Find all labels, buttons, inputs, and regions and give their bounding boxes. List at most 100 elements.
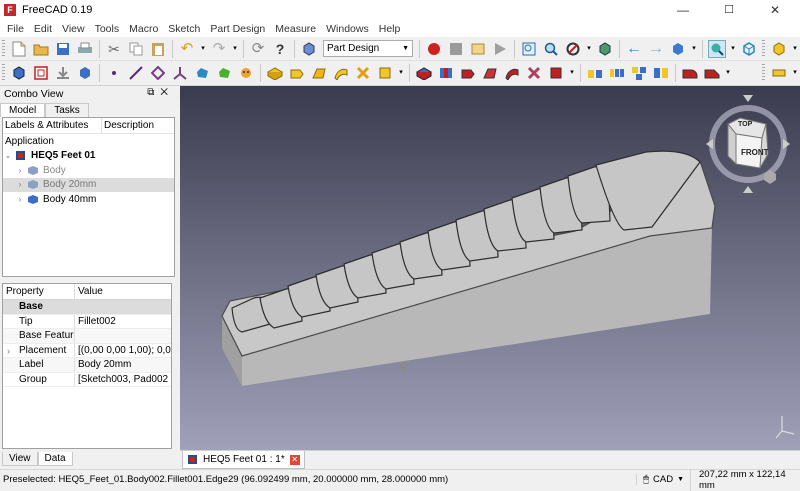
print-icon[interactable] — [76, 40, 94, 58]
create-body-dropdown-icon[interactable]: ▾ — [792, 40, 798, 58]
copy-icon[interactable] — [127, 40, 145, 58]
toolbar-grip[interactable] — [2, 64, 5, 82]
navcube-arrow-up-icon[interactable] — [743, 95, 753, 102]
linear-pattern-icon[interactable] — [608, 64, 626, 82]
expand-icon[interactable]: › — [15, 166, 25, 175]
datum-plane-icon[interactable] — [149, 64, 167, 82]
toolbar-grip[interactable] — [762, 39, 765, 58]
additive-pipe-icon[interactable] — [332, 64, 350, 82]
workbench-selector[interactable]: Part Design ▼ — [323, 40, 413, 57]
close-tab-icon[interactable]: ✕ — [289, 454, 300, 465]
fit-all-icon[interactable] — [520, 40, 538, 58]
zoom-dropdown-icon[interactable]: ▾ — [730, 40, 736, 58]
sync-view-dropdown-icon[interactable]: ▾ — [691, 40, 697, 58]
fillet-icon[interactable] — [681, 64, 699, 82]
expand-open-icon[interactable]: ⌄ — [3, 151, 13, 160]
tab-model[interactable]: Model — [0, 103, 46, 117]
run-macro-icon[interactable] — [491, 40, 509, 58]
property-group-base[interactable]: Base — [3, 300, 171, 315]
menu-file[interactable]: File — [2, 23, 29, 35]
float-icon[interactable]: ⧉ — [147, 87, 160, 98]
body-icon[interactable] — [10, 64, 28, 82]
expand-icon[interactable]: › — [7, 344, 10, 358]
back-icon[interactable]: ← — [625, 40, 643, 58]
chamfer-icon[interactable] — [703, 64, 721, 82]
menu-measure[interactable]: Measure — [270, 23, 321, 35]
pad-icon[interactable] — [266, 64, 284, 82]
property-row-tip[interactable]: Tip Fillet002 — [3, 314, 171, 329]
close-panel-icon[interactable]: ✕ — [160, 87, 174, 98]
property-value[interactable]: Body 20mm — [75, 358, 171, 372]
create-sketch-icon[interactable] — [32, 64, 50, 82]
close-button[interactable]: ✕ — [752, 0, 798, 20]
expand-icon[interactable]: › — [15, 180, 25, 189]
local-cs-icon[interactable] — [171, 64, 189, 82]
subshape-binder-icon[interactable] — [215, 64, 233, 82]
menu-edit[interactable]: Edit — [29, 23, 57, 35]
property-value[interactable]: Fillet002 — [75, 315, 171, 329]
tab-tasks[interactable]: Tasks — [45, 103, 89, 117]
sync-view-icon[interactable] — [669, 40, 687, 58]
additive-primitive-icon[interactable] — [376, 64, 394, 82]
pocket-icon[interactable] — [415, 64, 433, 82]
tab-data[interactable]: Data — [37, 452, 73, 466]
tree-item-document[interactable]: ⌄ HEQ5 Feet 01 — [3, 149, 174, 164]
groove-icon[interactable] — [459, 64, 477, 82]
additive-helix-icon[interactable] — [354, 64, 372, 82]
refresh-icon[interactable]: ⟳ — [249, 40, 267, 58]
document-tab[interactable]: HEQ5 Feet 01 : 1* ✕ — [182, 451, 305, 469]
menu-macro[interactable]: Macro — [124, 23, 163, 35]
measure-dropdown-icon[interactable]: ▾ — [792, 64, 798, 82]
redo-dropdown-icon[interactable]: ▾ — [232, 40, 238, 58]
paste-icon[interactable] — [149, 40, 167, 58]
map-sketch-icon[interactable] — [54, 64, 72, 82]
revolution-icon[interactable] — [288, 64, 306, 82]
property-row-group[interactable]: Group[Sketch003, Pad002 (... — [3, 372, 171, 387]
tree-col-labels[interactable]: Labels & Attributes — [3, 118, 102, 133]
whats-this-icon[interactable]: ? — [271, 40, 289, 58]
navcube-arrow-down-icon[interactable] — [743, 186, 753, 193]
save-icon[interactable] — [54, 40, 72, 58]
draw-style-dropdown-icon[interactable]: ▾ — [586, 40, 592, 58]
menu-view[interactable]: View — [57, 23, 90, 35]
subtractive-helix-icon[interactable] — [525, 64, 543, 82]
sub-object-binder-icon[interactable] — [237, 64, 255, 82]
chamfer-dropdown-icon[interactable]: ▾ — [725, 64, 731, 82]
property-value[interactable]: [(0,00 0,00 1,00); 0,00 ... — [75, 344, 171, 358]
property-value[interactable] — [75, 329, 171, 343]
stop-macro-icon[interactable] — [447, 40, 465, 58]
toolbar-grip[interactable] — [2, 39, 5, 58]
tree-item-body-40mm[interactable]: › Body 40mm — [3, 192, 174, 207]
datum-line-icon[interactable] — [127, 64, 145, 82]
polar-pattern-icon[interactable] — [630, 64, 648, 82]
3d-viewport[interactable]: TOP FRONT — [180, 86, 800, 450]
tree-col-description[interactable]: Description — [102, 118, 154, 133]
datum-point-icon[interactable] — [105, 64, 123, 82]
multi-transform-icon[interactable] — [652, 64, 670, 82]
tree-item-body-20mm[interactable]: › Body 20mm — [3, 177, 174, 192]
property-row-label[interactable]: Label Body 20mm — [3, 358, 171, 373]
measure-icon[interactable] — [770, 64, 788, 82]
property-row-base-feature[interactable]: Base Feature — [3, 329, 171, 344]
hole-icon[interactable] — [437, 64, 455, 82]
property-row-placement[interactable]: › Placement [(0,00 0,00 1,00); 0,00 ... — [3, 343, 171, 358]
subtractive-primitive-dropdown-icon[interactable]: ▾ — [569, 64, 575, 82]
subtractive-loft-icon[interactable] — [481, 64, 499, 82]
forward-icon[interactable]: → — [647, 40, 665, 58]
tab-view[interactable]: View — [2, 452, 38, 466]
cut-icon[interactable]: ✂ — [105, 40, 123, 58]
bounding-box-icon[interactable] — [596, 40, 614, 58]
additive-loft-icon[interactable] — [310, 64, 328, 82]
new-file-icon[interactable] — [10, 40, 28, 58]
navigation-style-selector[interactable]: 🖱 CAD ▼ — [636, 474, 690, 485]
menu-part-design[interactable]: Part Design — [205, 23, 270, 35]
maximize-button[interactable]: ☐ — [706, 0, 752, 20]
open-file-icon[interactable] — [32, 40, 50, 58]
minimize-button[interactable]: — — [660, 0, 706, 20]
toolbar-grip[interactable] — [762, 64, 765, 82]
menu-tools[interactable]: Tools — [90, 23, 125, 35]
property-value[interactable]: [Sketch003, Pad002 (... — [75, 373, 171, 387]
redo-icon[interactable]: ↷ — [210, 40, 228, 58]
draw-style-icon[interactable] — [564, 40, 582, 58]
menu-sketch[interactable]: Sketch — [163, 23, 205, 35]
